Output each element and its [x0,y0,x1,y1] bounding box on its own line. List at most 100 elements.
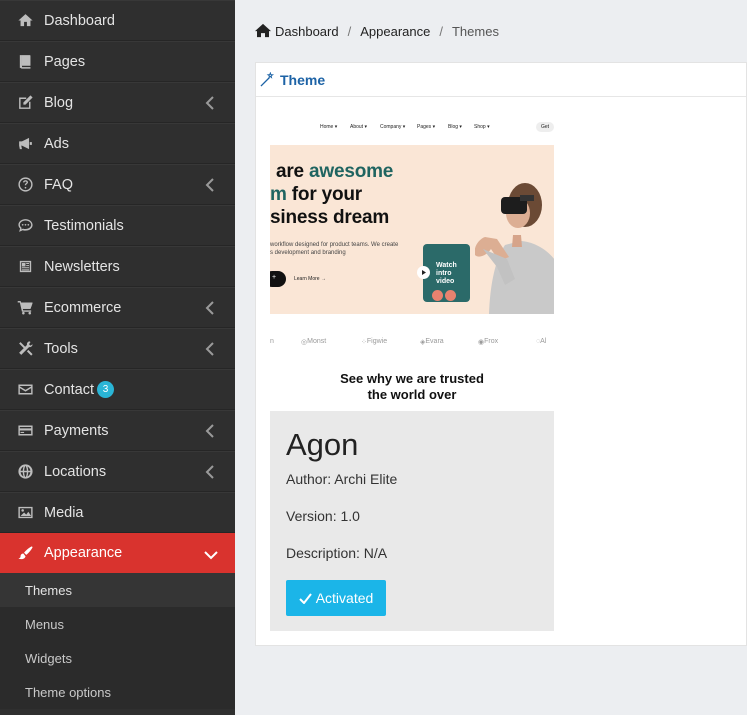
home-icon [255,23,271,39]
preview-nav-item: Pages ▾ [417,124,436,130]
sidebar-item-label: Payments [44,422,109,439]
chevron-left-icon [205,424,215,438]
hero-paragraph-line: s development and branding [270,250,346,256]
video-card-label: Watch intro video [436,262,457,286]
sidebar-item-label: FAQ [44,176,74,193]
sidebar-item-faq[interactable]: FAQ [0,164,235,205]
breadcrumb-separator: / [347,23,352,39]
decor-dot [445,290,456,301]
sidebar-item-label: Contact [44,381,94,398]
card-header: Theme [256,63,746,97]
sidebar-item-label: Appearance [44,545,123,561]
sidebar: Dashboard Pages Blog Ads FAQ Testimonial… [0,0,235,715]
hero-line-1-b: awesome [309,161,394,182]
breadcrumb-dashboard[interactable]: Dashboard [275,24,339,39]
breadcrumb-separator: / [439,23,443,39]
preview-nav-button-label: Get [541,124,550,130]
magic-wand-icon [260,70,276,88]
breadcrumb-appearance[interactable]: Appearance [360,24,430,39]
globe-icon [16,463,34,481]
preview-trusted-heading: See why we are trusted the world over [270,371,554,403]
sidebar-item-ecommerce[interactable]: Ecommerce [0,287,235,328]
breadcrumb-themes: Themes [451,23,499,39]
sidebar-item-testimonials[interactable]: Testimonials [0,205,235,246]
sidebar-item-tools[interactable]: Tools [0,328,235,369]
sidebar-item-ads[interactable]: Ads [0,123,235,164]
hero-line-2-b: for your [286,184,362,205]
preview-nav-item: About ▾ [350,124,367,130]
trusted-line: the world over [367,387,457,402]
edit-icon [16,94,34,112]
home-icon [16,12,34,30]
breadcrumb: Dashboard / Appearance / Themes [255,23,499,39]
theme-description: Description: N/A [286,545,388,561]
theme-version: Version: 1.0 [286,508,360,524]
chevron-down-icon [204,548,218,560]
logo-item: ⁘ Figwie [361,338,388,346]
sidebar-item-label: Dashboard [44,12,115,29]
logo-label: Monst [307,338,327,345]
decor-dot [432,290,443,301]
theme-preview-image[interactable]: Home ▾ About ▾ Company ▾ Pages ▾ Blog ▾ … [270,111,554,411]
tools-icon [16,340,34,358]
submenu-item-menus[interactable]: Menus [0,607,235,641]
logo-label: Al [540,338,547,345]
question-icon [16,176,34,194]
submenu-item-widgets[interactable]: Widgets [0,641,235,675]
logo-label: Evara [425,338,444,345]
activated-button[interactable]: Activated [286,580,386,616]
cart-icon [16,299,34,317]
preview-hero: are awesome m for your siness dream work… [270,145,554,314]
check-icon [298,592,312,604]
hero-cta-button: + [270,271,286,287]
sidebar-item-contact[interactable]: Contact 3 [0,369,235,410]
logo-item: n [270,338,274,345]
hero-paragraph: workflow designed for product teams. We … [270,241,398,257]
main-content: Dashboard / Appearance / Themes Theme Ho… [235,0,747,715]
sidebar-item-newsletters[interactable]: Newsletters [0,246,235,287]
submenu-item-themes[interactable]: Themes [0,573,235,607]
preview-nav-button: Get [536,122,554,132]
preview-nav-item: Company ▾ [380,124,406,130]
preview-logos: n ◎ Monst ⁘ Figwie ◈ Evara ◉ Frox ◌ Al [270,338,554,350]
sidebar-item-blog[interactable]: Blog [0,82,235,123]
comment-icon [16,217,34,235]
sidebar-item-locations[interactable]: Locations [0,451,235,492]
video-label-line: video [436,278,455,285]
logo-item: ◌ Al [536,338,547,345]
chevron-left-icon [205,342,215,356]
preview-nav-item: Home ▾ [320,124,338,130]
chevron-left-icon [205,178,215,192]
hero-line-2: m for your [270,184,362,206]
preview-nav-item: Shop ▾ [474,124,490,130]
activated-button-label: Activated [315,590,374,606]
bullhorn-icon [16,135,34,153]
hero-video-card: Watch intro video [417,244,470,302]
sidebar-item-label: Newsletters [44,258,120,275]
submenu-item-theme-options[interactable]: Theme options [0,675,235,709]
sidebar-item-media[interactable]: Media [0,492,235,533]
newspaper-icon [16,258,34,276]
image-icon [16,504,34,522]
sidebar-item-dashboard[interactable]: Dashboard [0,0,235,41]
hero-line-1: are awesome [276,161,393,183]
book-icon [16,53,34,71]
preview-nav: Home ▾ About ▾ Company ▾ Pages ▾ Blog ▾ … [270,122,554,132]
chevron-left-icon [205,96,215,110]
logo-item: ◉ Frox [478,338,499,346]
theme-author: Author: Archi Elite [286,471,398,487]
trusted-line: See why we are trusted [340,371,484,386]
sidebar-item-label: Blog [44,94,74,111]
hero-learn-more: Learn More → [294,276,326,282]
sidebar-item-payments[interactable]: Payments [0,410,235,451]
sidebar-item-label: Pages [44,53,86,70]
hero-line-3: siness dream [270,207,390,228]
card-title: Theme [280,71,326,88]
sidebar-item-pages[interactable]: Pages [0,41,235,82]
hero-line-2-a: m [270,184,287,205]
preview-nav-item: Blog ▾ [448,124,462,130]
video-label-line: Watch [436,262,457,269]
envelope-icon [16,381,34,399]
sidebar-item-appearance[interactable]: Appearance [0,533,235,573]
theme-card: Theme Home ▾ About ▾ Company ▾ Pages ▾ B… [255,62,747,646]
